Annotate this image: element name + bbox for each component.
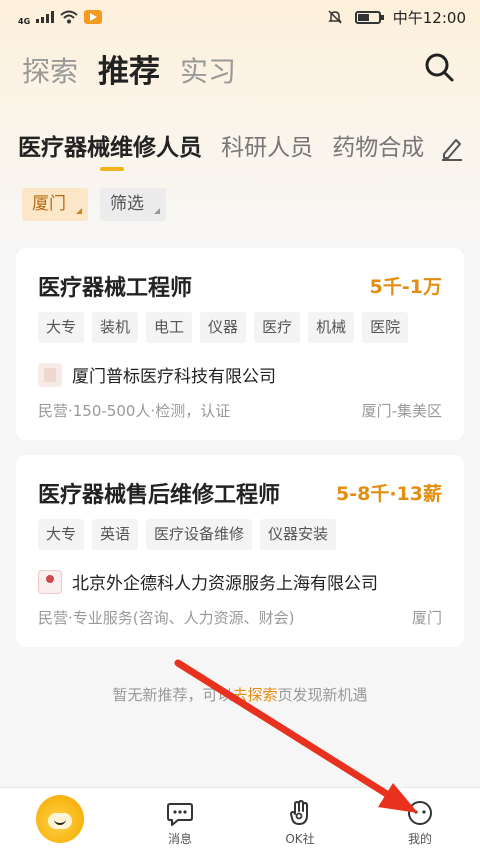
nav-ok-community-label: OK社 <box>285 832 315 846</box>
profile-icon <box>408 801 432 825</box>
nav-profile[interactable]: 我的 <box>360 788 480 853</box>
company-meta: 民营·150-500人·检测，认证 <box>38 402 231 420</box>
status-bar: 4G 中午12:00 <box>0 0 480 34</box>
job-category-tabs: 医疗器械维修人员 科研人员 药物合成 <box>18 128 434 178</box>
filter-bar: 厦门 筛选 <box>22 188 166 221</box>
top-tabs: 探索 推荐 实习 <box>22 46 462 90</box>
no-more-recommendations: 暂无新推荐，可以去探索页发现新机遇 <box>0 684 480 705</box>
nav-messages[interactable]: 消息 <box>120 788 240 853</box>
job-tag: 装机 <box>92 312 139 343</box>
network-type: 4G <box>18 16 31 26</box>
message-icon <box>167 803 193 826</box>
job-tag: 电工 <box>146 312 193 343</box>
tab-internship[interactable]: 实习 <box>180 54 236 90</box>
mute-icon <box>327 10 342 24</box>
screen-filter-button[interactable]: 筛选 <box>100 188 166 221</box>
clock: 中午12:00 <box>392 8 466 27</box>
category-drug-synthesis[interactable]: 药物合成 <box>332 128 424 162</box>
wifi-icon <box>60 10 78 24</box>
no-more-text-prefix: 暂无新推荐，可以 <box>112 686 233 704</box>
company-meta: 民营·专业服务(咨询、人力资源、财会) <box>38 609 295 627</box>
job-title: 医疗器械售后维修工程师 <box>38 483 281 508</box>
job-location: 厦门 <box>411 609 442 627</box>
job-title: 医疗器械工程师 <box>38 276 193 301</box>
job-tag: 医院 <box>362 312 409 343</box>
tab-recommend[interactable]: 推荐 <box>98 54 160 90</box>
category-medical-device-repair[interactable]: 医疗器械维修人员 <box>18 128 202 171</box>
job-tag: 医疗 <box>254 312 301 343</box>
company-row: 北京外企德科人力资源服务上海有限公司 <box>38 569 378 594</box>
app-notification-icon <box>84 10 103 24</box>
bottom-navigation: 消息 OK社 我的 <box>0 787 480 853</box>
city-filter-button[interactable]: 厦门 <box>22 188 88 221</box>
company-name: 厦门普标医疗科技有限公司 <box>72 367 276 387</box>
company-name: 北京外企德科人力资源服务上海有限公司 <box>72 574 378 594</box>
home-logo-icon <box>36 795 84 843</box>
job-tag: 大专 <box>38 312 85 343</box>
battery-icon <box>354 10 384 24</box>
job-card[interactable]: 医疗器械售后维修工程师 5-8千·13薪 大专 英语 医疗设备维修 仪器安装 北… <box>16 455 464 647</box>
company-logo <box>38 569 62 594</box>
company-row: 厦门普标医疗科技有限公司 <box>38 362 276 387</box>
edit-categories-button[interactable] <box>422 128 466 168</box>
pencil-icon <box>442 139 462 161</box>
job-tag: 医疗设备维修 <box>146 519 253 550</box>
nav-profile-label: 我的 <box>407 832 432 846</box>
job-salary: 5-8千·13薪 <box>336 483 442 505</box>
category-researcher[interactable]: 科研人员 <box>221 128 313 162</box>
ok-hand-icon <box>290 800 308 825</box>
signal-icon <box>36 11 55 23</box>
job-tag: 英语 <box>92 519 139 550</box>
job-tag: 机械 <box>308 312 355 343</box>
nav-messages-label: 消息 <box>167 832 192 846</box>
nav-ok-community[interactable]: OK社 <box>240 788 360 853</box>
no-more-text-suffix: 页发现新机遇 <box>277 686 368 704</box>
job-card[interactable]: 医疗器械工程师 5千-1万 大专 装机 电工 仪器 医疗 机械 医院 厦门普标医… <box>16 248 464 440</box>
company-logo <box>38 362 62 387</box>
job-tag: 大专 <box>38 519 85 550</box>
job-tag: 仪器 <box>200 312 247 343</box>
job-tags: 大专 装机 电工 仪器 医疗 机械 医院 <box>38 312 409 343</box>
job-location: 厦门-集美区 <box>361 402 442 420</box>
job-tags: 大专 英语 医疗设备维修 仪器安装 <box>38 519 337 550</box>
job-tag: 仪器安装 <box>260 519 337 550</box>
nav-home[interactable] <box>0 788 120 853</box>
tab-explore[interactable]: 探索 <box>22 54 78 90</box>
job-salary: 5千-1万 <box>369 276 442 298</box>
search-icon[interactable] <box>422 50 456 84</box>
go-explore-link[interactable]: 去探索 <box>232 686 277 704</box>
